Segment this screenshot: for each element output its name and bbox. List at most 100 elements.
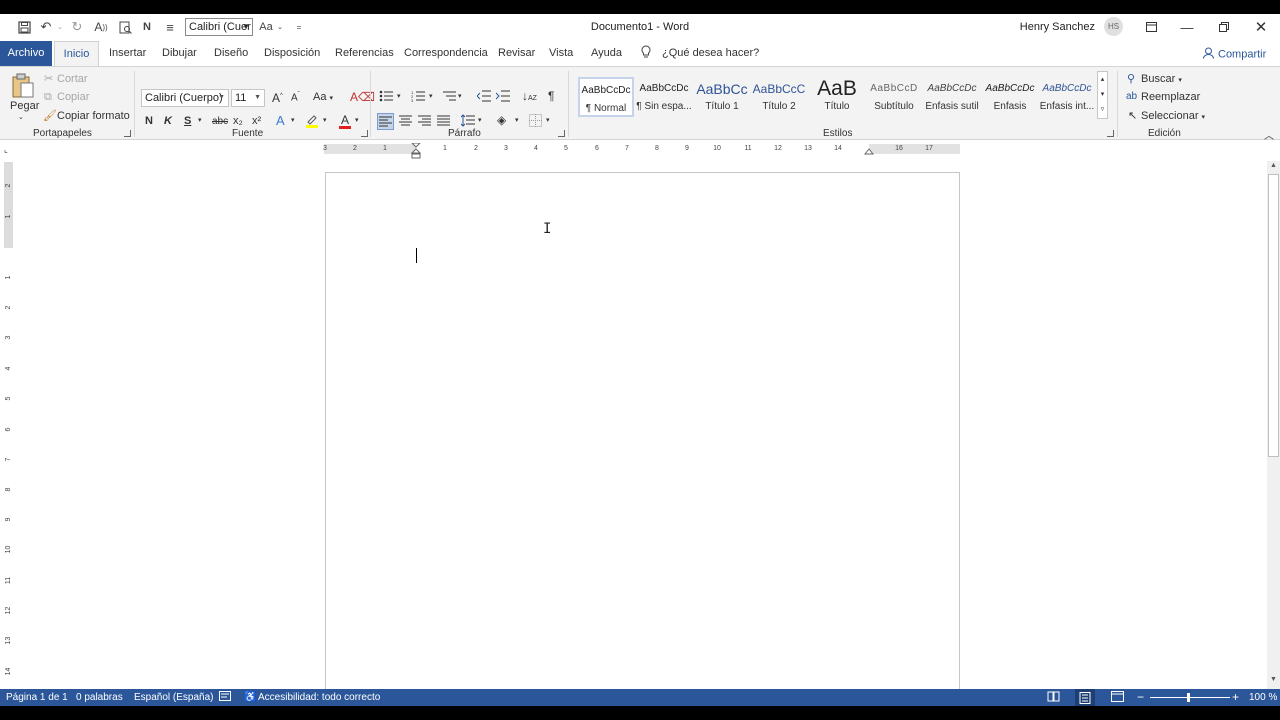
font-size-combo[interactable]: 11 ▼ [231,89,265,107]
strikethrough-button[interactable]: abc [212,116,228,127]
style-sin-espaciado[interactable]: AaBbCcDc ¶ Sin espa... [636,77,692,117]
find-button[interactable]: Buscar ▾ [1141,73,1182,85]
borders-icon[interactable] [529,114,542,127]
line-spacing-icon[interactable] [460,114,475,128]
font-launcher-icon[interactable] [361,130,368,137]
zoom-in-icon[interactable]: + [1232,690,1239,704]
zoom-slider-thumb[interactable] [1187,693,1190,702]
chevron-up-icon[interactable]: ▴ [1098,72,1107,87]
style-titulo-2[interactable]: AaBbCcC Título 2 [751,77,807,117]
style-titulo[interactable]: AaB Título [809,77,865,117]
chevron-down-icon[interactable]: ▾ [397,92,401,100]
chevron-down-icon[interactable]: ▾ [1098,87,1107,102]
more-styles-icon[interactable]: ▿ [1098,102,1107,117]
copy-button[interactable]: Copiar [57,91,89,103]
chevron-down-icon[interactable]: ▾ [198,116,202,124]
multilevel-list-icon[interactable] [442,90,456,104]
shading-icon[interactable]: ◈ [497,113,506,127]
zoom-slider[interactable] [1150,697,1230,698]
web-layout-icon[interactable] [1111,691,1124,706]
superscript-button[interactable]: x² [252,115,261,127]
clear-formatting-icon[interactable]: A⌫ [350,90,375,104]
zoom-level[interactable]: 100 % [1249,692,1277,703]
styles-scroll[interactable]: ▴ ▾ ▿ [1097,71,1108,119]
sort-icon[interactable]: ↓AZ [522,89,537,103]
chevron-down-icon[interactable]: ▾ [291,116,295,124]
font-color-icon[interactable]: A [338,113,352,129]
text-effects-icon[interactable]: A [276,113,285,128]
align-right-icon[interactable] [418,115,431,128]
bullets-icon[interactable] [379,90,393,104]
tab-correspondencia[interactable]: Correspondencia [404,47,488,59]
zoom-out-icon[interactable]: − [1137,690,1144,704]
scroll-up-icon[interactable]: ▲ [1268,162,1279,172]
chevron-down-icon[interactable]: ▾ [458,92,462,100]
decrease-indent-icon[interactable] [476,90,491,104]
restore-icon[interactable] [1206,14,1242,41]
replace-button[interactable]: Reemplazar [1141,91,1200,103]
tab-referencias[interactable]: Referencias [335,47,394,59]
ribbon-display-icon[interactable] [1133,14,1169,41]
page-count[interactable]: Página 1 de 1 [6,692,68,703]
scroll-thumb[interactable] [1268,174,1279,457]
grow-font-icon[interactable]: A^ [272,91,283,105]
tab-dibujar[interactable]: Dibujar [162,47,197,59]
lightbulb-icon[interactable] [640,45,652,62]
highlight-icon[interactable] [305,113,319,129]
chevron-down-icon[interactable]: ▾ [355,116,359,124]
print-layout-button[interactable] [1075,689,1095,706]
avatar[interactable]: HS [1104,17,1123,36]
chevron-down-icon[interactable]: ▾ [478,116,482,124]
language[interactable]: Español (España) [134,692,214,703]
user-name[interactable]: Henry Sanchez [1020,21,1095,33]
style-titulo-1[interactable]: AaBbCc Título 1 [694,77,750,117]
increase-indent-icon[interactable] [495,90,510,104]
word-count[interactable]: 0 palabras [76,692,123,703]
font-name-combo[interactable]: Calibri (Cuerpo) ▼ [141,89,229,107]
tab-diseno[interactable]: Diseño [214,47,248,59]
paste-icon[interactable] [9,73,37,99]
chevron-down-icon[interactable]: ▾ [429,92,433,100]
italic-button[interactable]: K [164,115,172,127]
chevron-down-icon[interactable]: ⌄ [18,113,24,121]
tell-me-search[interactable]: ¿Qué desea hacer? [662,47,759,59]
style-subtitulo[interactable]: AaBbCcD Subtítulo [866,77,922,117]
subscript-button[interactable]: x₂ [233,115,243,127]
tab-archivo[interactable]: Archivo [0,41,52,66]
chevron-down-icon[interactable]: ▾ [515,116,519,124]
clipboard-launcher-icon[interactable] [124,130,131,137]
style-enfasis-intenso[interactable]: AaBbCcDc Énfasis int... [1039,77,1095,117]
cut-button[interactable]: Cortar [57,73,88,85]
align-left-icon[interactable] [377,113,394,130]
chevron-down-icon[interactable]: ▾ [546,116,550,124]
style-enfasis[interactable]: AaBbCcDc Énfasis [982,77,1038,117]
tab-disposicion[interactable]: Disposición [264,47,320,59]
change-case-icon[interactable]: Aa ▾ [313,91,333,103]
indent-marker-icon[interactable] [410,142,422,159]
style-normal[interactable]: AaBbCcDc ¶ Normal [578,77,634,117]
collapse-ribbon-icon[interactable]: ︿ [1264,127,1274,142]
document-page[interactable] [325,172,960,706]
format-painter-button[interactable]: Copiar formato [57,110,130,122]
shrink-font-icon[interactable]: Aˇ [291,92,300,103]
align-center-icon[interactable] [399,115,412,128]
tab-selector-icon[interactable]: ⌞ [4,145,14,154]
minimize-icon[interactable]: — [1169,14,1205,41]
right-indent-marker-icon[interactable] [863,147,875,155]
tab-insertar[interactable]: Insertar [109,47,146,59]
styles-launcher-icon[interactable] [1107,130,1114,137]
show-marks-icon[interactable]: ¶ [548,89,554,103]
close-icon[interactable]: ✕ [1243,14,1279,41]
accessibility-status[interactable]: Accesibilidad: todo correcto [258,692,380,703]
scroll-down-icon[interactable]: ▼ [1268,676,1279,686]
tab-inicio[interactable]: Inicio [54,41,99,67]
tab-vista[interactable]: Vista [549,47,573,59]
paragraph-launcher-icon[interactable] [558,130,565,137]
chevron-down-icon[interactable]: ▾ [323,116,327,124]
style-enfasis-sutil[interactable]: AaBbCcDc Énfasis sutil [924,77,980,117]
select-button[interactable]: Seleccionar ▾ [1141,110,1205,122]
paste-button[interactable]: Pegar [10,100,39,112]
tab-revisar[interactable]: Revisar [498,47,535,59]
tab-ayuda[interactable]: Ayuda [591,47,622,59]
bold-button[interactable]: N [145,115,153,127]
